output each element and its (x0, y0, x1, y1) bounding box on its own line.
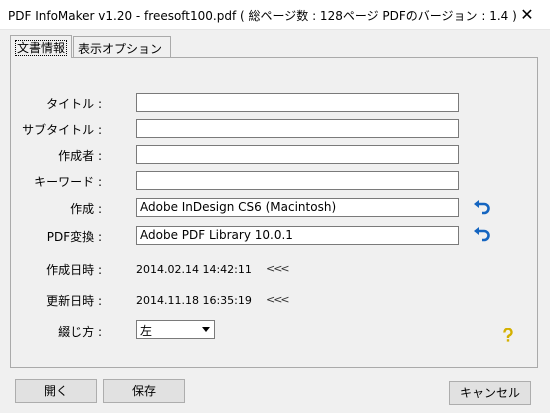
title-field[interactable] (136, 93, 459, 112)
modified-date-label: 更新日時 : (46, 294, 102, 308)
save-button[interactable]: 保存 (103, 379, 185, 403)
document-info-panel: タイトル : サブタイトル : 作成者 : キーワード : 作成 : Adobe… (10, 57, 538, 368)
window-title: PDF InfoMaker v1.20 - freesoft100.pdf ( … (8, 9, 517, 23)
author-label: 作成者 : (58, 149, 102, 163)
creator-label: 作成 : (70, 202, 102, 216)
cancel-button[interactable]: キャンセル (449, 381, 531, 405)
keywords-field[interactable] (136, 171, 459, 190)
tab-display-options[interactable]: 表示オプション (73, 36, 171, 57)
chevron-down-icon (198, 321, 214, 338)
binding-label: 綴じ方 : (58, 325, 102, 339)
undo-producer-icon[interactable] (473, 227, 491, 243)
subtitle-label: サブタイトル : (22, 123, 102, 137)
subtitle-field[interactable] (136, 119, 459, 138)
tab-document-info[interactable]: 文書情報 (10, 35, 72, 58)
producer-label: PDF変換 : (46, 230, 102, 244)
close-icon[interactable]: ✕ (504, 0, 550, 29)
modified-date-value: 2014.11.18 16:35:19 (136, 294, 252, 307)
tab-document-info-label: 文書情報 (15, 40, 68, 56)
open-button[interactable]: 開く (15, 379, 97, 403)
producer-field[interactable]: Adobe PDF Library 10.0.1 (136, 226, 459, 245)
author-field[interactable] (136, 145, 459, 164)
modified-date-set-now-button[interactable]: <<< (266, 293, 290, 306)
binding-select[interactable]: 左 (136, 320, 215, 339)
created-date-set-now-button[interactable]: <<< (266, 262, 290, 275)
undo-creator-icon[interactable] (473, 200, 491, 216)
title-bar: PDF InfoMaker v1.20 - freesoft100.pdf ( … (0, 0, 550, 30)
help-icon[interactable] (501, 328, 515, 342)
created-date-label: 作成日時 : (46, 263, 102, 277)
creator-field[interactable]: Adobe InDesign CS6 (Macintosh) (136, 198, 459, 217)
keywords-label: キーワード : (34, 175, 102, 189)
title-label: タイトル : (46, 97, 102, 111)
binding-selected-value: 左 (140, 324, 153, 338)
created-date-value: 2014.02.14 14:42:11 (136, 263, 252, 276)
